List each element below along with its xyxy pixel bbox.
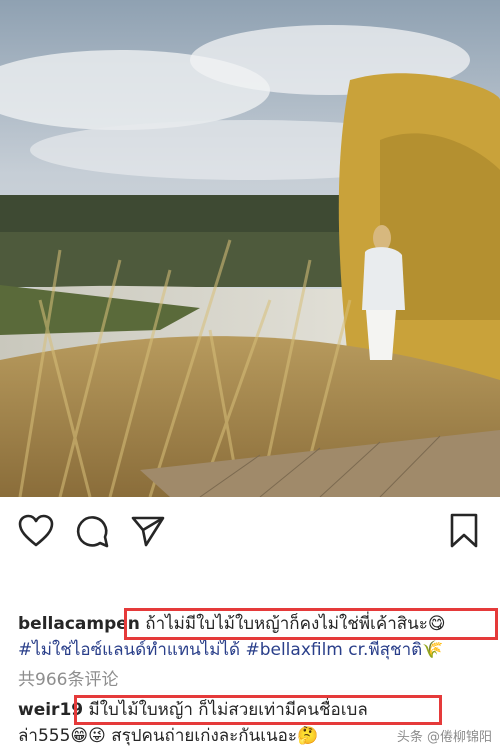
caption-username[interactable]: bellacampen — [18, 614, 140, 634]
view-all-comments-link[interactable]: 共966条评论 — [18, 667, 118, 693]
watermark: 头条 @倦柳锦阳 — [396, 730, 492, 745]
caption-hashtags[interactable]: #ไม่ใช่ไอซ์แลนด์ทำแทนไม่ได้ #bellaxfilm … — [18, 637, 443, 663]
comment-text-continued: ล่า555😁😜 สรุปคนถ่ายเก่งละกันเนอะ🤔 — [18, 726, 319, 746]
heart-icon[interactable] — [16, 511, 56, 551]
caption-highlight-box — [124, 608, 498, 640]
comment-icon[interactable] — [72, 511, 112, 551]
comment-highlight-box — [74, 695, 442, 725]
bookmark-icon[interactable] — [444, 511, 484, 551]
share-icon[interactable] — [128, 511, 168, 551]
post-action-bar — [0, 497, 500, 567]
post-photo[interactable] — [0, 0, 500, 497]
